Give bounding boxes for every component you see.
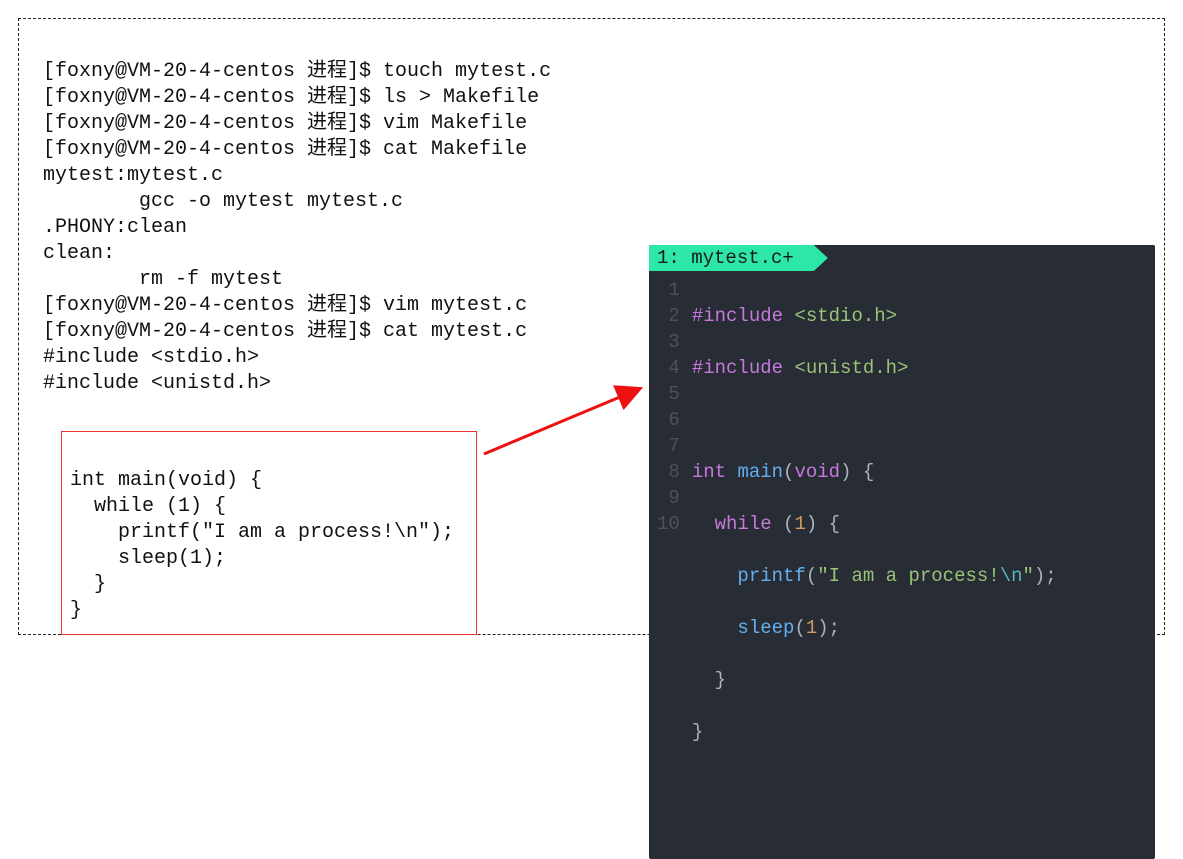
tok-keyword: int [692,461,726,483]
tok-function: printf [737,565,805,587]
terminal-line: clean: [43,242,115,265]
tok-function: main [737,461,783,483]
tok-string: " [1023,565,1034,587]
terminal-line: .PHONY:clean [43,216,187,239]
line-number: 4 [657,355,680,381]
terminal-line: [foxny@VM-20-4-centos 进程]$ touch mytest.… [43,60,551,83]
highlighted-code-box: int main(void) { while (1) { printf("I a… [61,431,477,635]
editor-tab[interactable]: 1: mytest.c+ [649,245,828,271]
line-number: 7 [657,433,680,459]
terminal-line: [foxny@VM-20-4-centos 进程]$ vim mytest.c [43,294,527,317]
line-number: 2 [657,303,680,329]
terminal-line: [foxny@VM-20-4-centos 进程]$ cat mytest.c [43,320,527,343]
tok-preproc: #include [692,305,783,327]
terminal-line: rm -f mytest [43,268,283,291]
editor-tabbar: 1: mytest.c+ [649,245,1155,271]
terminal-line: [foxny@VM-20-4-centos 进程]$ vim Makefile [43,112,527,135]
tok-preproc: #include [692,357,783,379]
line-number: 1 [657,277,680,303]
line-number: 9 [657,485,680,511]
code-line: } [70,599,82,622]
code-editor: 1: mytest.c+ 1 2 3 4 5 6 7 8 9 10 #inclu… [649,245,1155,859]
editor-code[interactable]: #include <stdio.h> #include <unistd.h> i… [688,271,1065,859]
line-number: 8 [657,459,680,485]
code-line: int main(void) { [70,469,262,492]
terminal-line: [foxny@VM-20-4-centos 进程]$ ls > Makefile [43,86,539,109]
code-line: sleep(1); [70,547,226,570]
terminal-line: [foxny@VM-20-4-centos 进程]$ cat Makefile [43,138,527,161]
line-number: 10 [657,511,680,537]
line-number: 5 [657,381,680,407]
tok-escape: \n [1000,565,1023,587]
code-line: while (1) { [70,495,226,518]
tok-header: <unistd.h> [794,357,908,379]
terminal-line: gcc -o mytest mytest.c [43,190,403,213]
line-number: 3 [657,329,680,355]
line-number-gutter: 1 2 3 4 5 6 7 8 9 10 [649,271,688,859]
terminal-line: #include <stdio.h> [43,346,259,369]
tok-string: "I am a process! [817,565,999,587]
code-line: printf("I am a process!\n"); [70,521,454,544]
tok-number: 1 [794,513,805,535]
tok-keyword: void [794,461,840,483]
code-line: } [70,573,106,596]
tok-keyword: while [715,513,772,535]
tok-function: sleep [737,617,794,639]
terminal-line: #include <unistd.h> [43,372,271,395]
dashed-frame: [foxny@VM-20-4-centos 进程]$ touch mytest.… [18,18,1165,635]
tok-number: 1 [806,617,817,639]
terminal-line: mytest:mytest.c [43,164,223,187]
line-number: 6 [657,407,680,433]
tok-header: <stdio.h> [794,305,897,327]
